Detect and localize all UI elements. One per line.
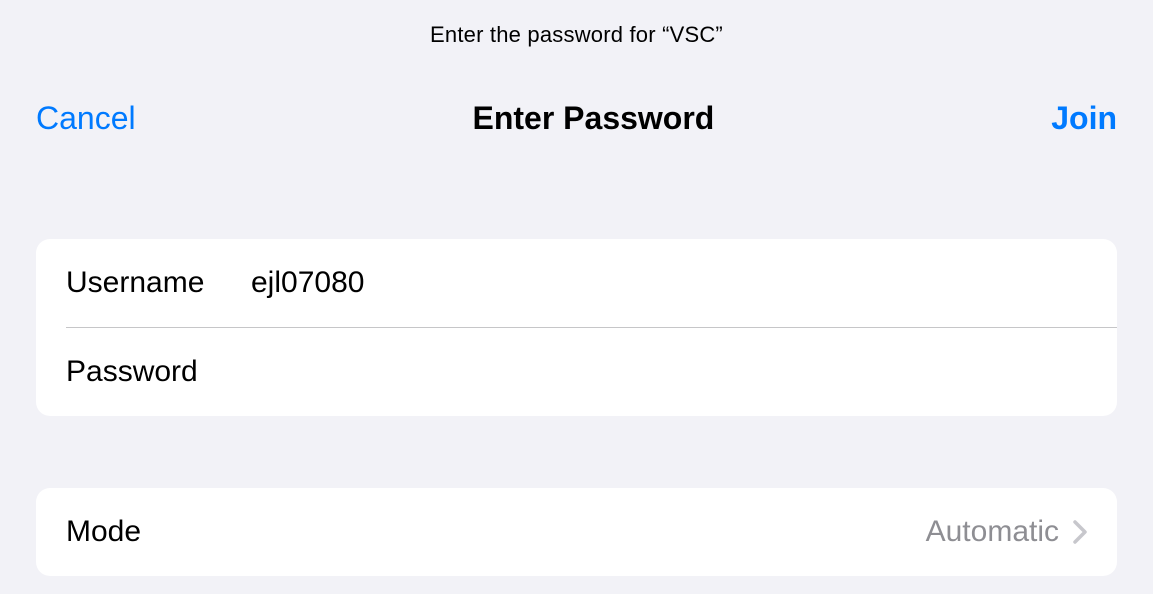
join-button[interactable]: Join <box>1051 100 1117 137</box>
username-label: Username <box>66 266 251 300</box>
wifi-password-sheet: Enter the password for “VSC” Cancel Ente… <box>0 0 1153 594</box>
mode-value: Automatic <box>926 515 1059 549</box>
username-input[interactable] <box>251 266 1087 300</box>
sheet-title: Enter Password <box>136 100 1052 137</box>
mode-label: Mode <box>66 515 251 549</box>
mode-section: Mode Automatic <box>36 488 1117 576</box>
password-row: Password <box>36 328 1117 416</box>
chevron-right-icon <box>1073 520 1087 544</box>
cancel-button[interactable]: Cancel <box>36 100 136 137</box>
username-row: Username <box>36 239 1117 327</box>
credentials-section: Username Password <box>36 239 1117 416</box>
mode-value-wrap: Automatic <box>926 515 1087 549</box>
sheet-header: Cancel Enter Password Join <box>0 100 1153 137</box>
prompt-subtitle: Enter the password for “VSC” <box>0 0 1153 48</box>
password-input[interactable] <box>251 355 1087 389</box>
password-label: Password <box>66 355 251 389</box>
mode-row[interactable]: Mode Automatic <box>36 488 1117 576</box>
